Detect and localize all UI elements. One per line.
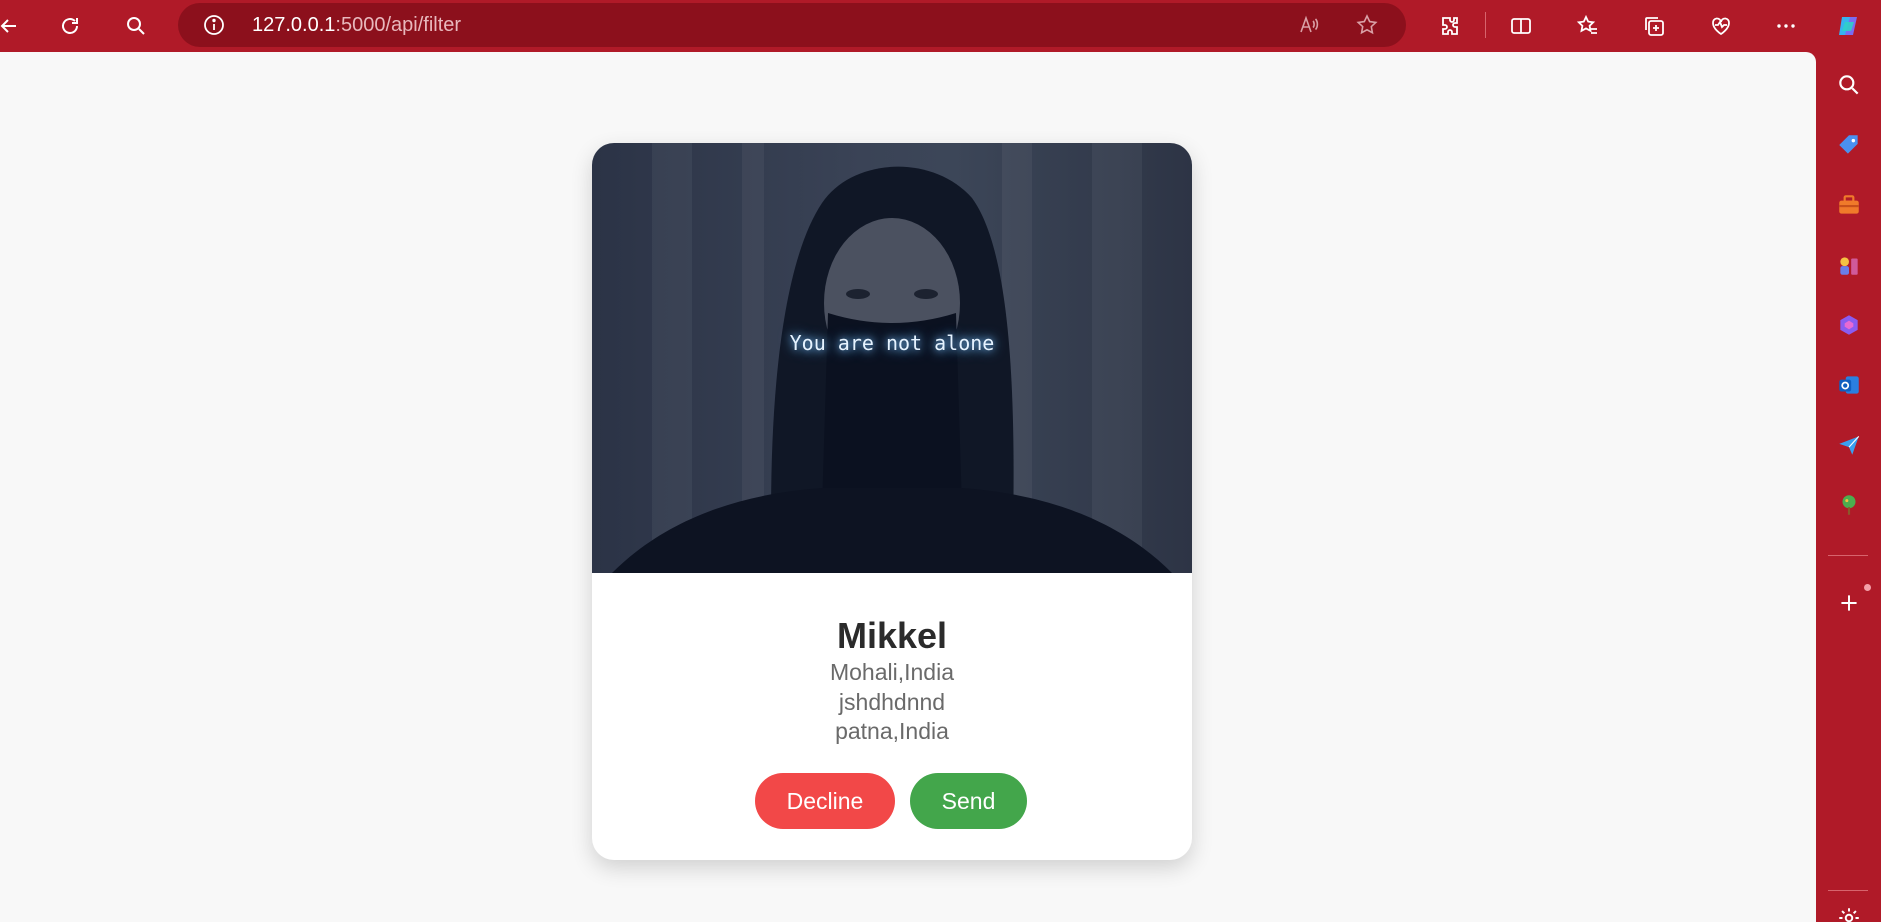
settings-gear-icon[interactable] — [1835, 904, 1863, 922]
send-plane-icon[interactable] — [1835, 431, 1863, 459]
url-host: 127.0.0.1 — [252, 14, 336, 36]
sidebar-divider — [1828, 555, 1868, 556]
refresh-icon[interactable] — [54, 10, 86, 42]
hooded-person-illustration — [612, 166, 1172, 573]
split-screen-icon[interactable] — [1505, 10, 1537, 42]
profile-line-3: patna,India — [835, 718, 949, 744]
outlook-icon[interactable] — [1835, 371, 1863, 399]
extensions-icon[interactable] — [1434, 10, 1466, 42]
read-aloud-icon[interactable] — [1295, 11, 1323, 39]
profile-line-2: jshdhdnnd — [838, 689, 946, 715]
site-info-icon[interactable] — [202, 13, 226, 37]
sidebar-search-icon[interactable] — [1835, 71, 1863, 99]
copilot-icon[interactable] — [1832, 10, 1864, 42]
sidebar-divider-bottom — [1828, 890, 1868, 891]
microsoft-365-icon[interactable] — [1835, 311, 1863, 339]
url-path: :5000/api/filter — [335, 14, 462, 36]
profile-name: Mikkel — [836, 615, 948, 656]
favorites-icon[interactable] — [1572, 10, 1604, 42]
games-icon[interactable] — [1835, 251, 1863, 279]
notification-dot — [1864, 584, 1871, 591]
send-button[interactable]: Send — [910, 773, 1027, 829]
tools-toolbox-icon[interactable] — [1835, 191, 1863, 219]
search-icon[interactable] — [120, 10, 152, 42]
tree-icon[interactable] — [1835, 491, 1863, 519]
photo-caption: You are not alone — [789, 331, 995, 355]
browser-sidebar — [1816, 52, 1881, 922]
more-options-icon[interactable] — [1770, 10, 1802, 42]
favorite-star-icon[interactable] — [1353, 11, 1381, 39]
back-icon[interactable] — [0, 10, 24, 42]
url-text[interactable]: 127.0.0.1:5000/api/filter — [252, 14, 461, 37]
toolbar-divider — [1485, 12, 1486, 38]
collections-icon[interactable] — [1638, 10, 1670, 42]
profile-line-1: Mohali,India — [829, 659, 955, 685]
profile-card: You are not alone Mikkel Mohali,India js… — [592, 143, 1192, 860]
page-content: You are not alone Mikkel Mohali,India js… — [0, 52, 1816, 922]
browser-essentials-icon[interactable] — [1705, 10, 1737, 42]
decline-button[interactable]: Decline — [755, 773, 895, 829]
shopping-tag-icon[interactable] — [1835, 131, 1863, 159]
address-bar[interactable]: 127.0.0.1:5000/api/filter — [178, 3, 1406, 47]
browser-toolbar: 127.0.0.1:5000/api/filter — [0, 0, 1881, 52]
add-icon[interactable] — [1835, 589, 1863, 617]
profile-photo: You are not alone — [592, 143, 1192, 573]
